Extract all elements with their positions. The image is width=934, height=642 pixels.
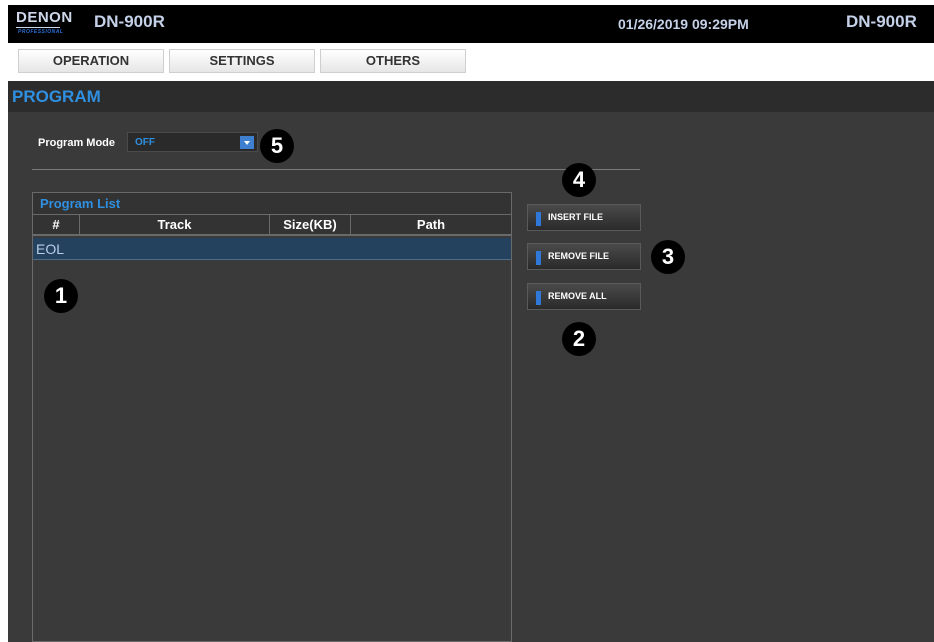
menu-others-button[interactable]: OTHERS	[320, 49, 466, 73]
program-list-title: Program List	[40, 196, 121, 211]
callout-4: 4	[562, 163, 596, 197]
menu-settings-button[interactable]: SETTINGS	[169, 49, 315, 73]
callout-5: 5	[260, 129, 294, 163]
program-mode-label: Program Mode	[38, 137, 116, 149]
column-track[interactable]: Track	[80, 215, 270, 234]
menu-bar: OPERATION SETTINGS OTHERS	[8, 43, 934, 81]
program-mode-value: OFF	[135, 137, 155, 148]
table-row[interactable]: EOL	[33, 238, 511, 260]
header-bar: DENON PROFESSIONAL DN-900R 01/26/2019 09…	[8, 5, 934, 43]
remove-file-button[interactable]: REMOVE FILE	[527, 243, 641, 270]
denon-logo: DENON PROFESSIONAL	[16, 9, 78, 39]
led-indicator	[536, 291, 541, 305]
page-title: PROGRAM	[12, 87, 101, 106]
program-list-header: Program List	[33, 193, 511, 215]
logo-subtext: PROFESSIONAL	[18, 29, 64, 35]
column-number[interactable]: #	[33, 215, 80, 234]
model-name-left: DN-900R	[94, 12, 165, 31]
column-path[interactable]: Path	[351, 215, 511, 234]
callout-3: 3	[651, 240, 685, 274]
callout-1: 1	[44, 279, 78, 313]
logo-text: DENON	[16, 9, 73, 26]
program-mode-select[interactable]: OFF	[127, 132, 258, 152]
table-header: # Track Size(KB) Path	[33, 215, 511, 236]
menu-operation-button[interactable]: OPERATION	[18, 49, 164, 73]
insert-file-label: INSERT FILE	[548, 212, 604, 222]
remove-all-label: REMOVE ALL	[548, 291, 607, 301]
remove-file-label: REMOVE FILE	[548, 251, 610, 261]
column-size[interactable]: Size(KB)	[270, 215, 351, 234]
led-indicator	[536, 251, 541, 265]
program-panel: PROGRAM Program Mode OFF 5 Program List …	[8, 81, 934, 642]
logo-divider	[16, 27, 60, 28]
panel-title-bar: PROGRAM	[8, 81, 934, 112]
callout-2: 2	[562, 322, 596, 356]
datetime-display: 01/26/2019 09:29PM	[618, 16, 749, 32]
program-list: Program List # Track Size(KB) Path EOL 1	[32, 192, 512, 642]
led-indicator	[536, 212, 541, 226]
insert-file-button[interactable]: INSERT FILE	[527, 204, 641, 231]
remove-all-button[interactable]: REMOVE ALL	[527, 283, 641, 310]
chevron-down-icon[interactable]	[240, 136, 254, 149]
row-label: EOL	[36, 241, 65, 257]
divider	[32, 169, 640, 170]
app-window: DENON PROFESSIONAL DN-900R 01/26/2019 09…	[8, 5, 934, 642]
model-name-right: DN-900R	[846, 12, 917, 31]
